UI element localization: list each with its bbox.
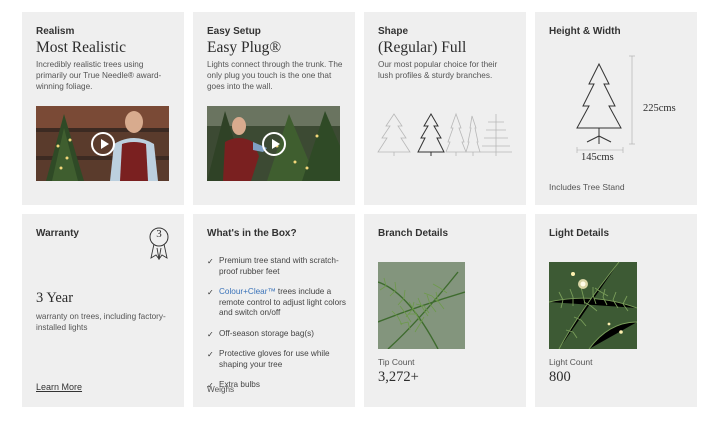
- box-item-text: Off-season storage bag(s): [219, 328, 314, 338]
- colour-clear-link[interactable]: Colour+Clear™: [219, 287, 276, 296]
- checkmark-icon: ✓: [207, 257, 214, 266]
- product-feature-grid: Realism Most Realistic Incredibly realis…: [0, 0, 720, 422]
- height-value: 225cms: [643, 103, 676, 114]
- box-eyebrow: What's in the Box?: [207, 228, 297, 239]
- dimensions-eyebrow: Height & Width: [549, 26, 621, 37]
- light-count-label: Light Count: [549, 357, 593, 367]
- setup-eyebrow: Easy Setup: [207, 26, 261, 37]
- tree-shape-flocked-icon: [480, 114, 512, 156]
- tip-count-value: 3,272+: [378, 369, 419, 385]
- tree-shape-slim-icon: [445, 112, 467, 156]
- checkmark-icon: ✓: [207, 350, 214, 359]
- box-item: ✓ Premium tree stand with scratch-proof r…: [207, 256, 347, 277]
- width-value: 145cms: [581, 152, 614, 163]
- branch-eyebrow: Branch Details: [378, 228, 449, 239]
- light-count-value: 800: [549, 369, 571, 385]
- tree-shape-icons: [377, 112, 512, 156]
- setup-title: Easy Plug®: [207, 39, 282, 56]
- branch-card: Branch Details Tip Count 3,272+: [364, 214, 526, 407]
- realism-card: Realism Most Realistic Incredibly realis…: [22, 12, 184, 205]
- setup-play-icon[interactable]: [261, 131, 286, 156]
- light-eyebrow: Light Details: [549, 228, 610, 239]
- tree-shape-full-icon: [377, 113, 411, 156]
- learn-more-link[interactable]: Learn More: [36, 382, 82, 392]
- shape-eyebrow: Shape: [378, 26, 409, 37]
- box-contents-list: ✓ Premium tree stand with scratch-proof r…: [207, 256, 347, 391]
- tree-outline-icon: [576, 62, 622, 144]
- light-photo: [549, 262, 637, 349]
- tip-count-label: Tip Count: [378, 357, 415, 367]
- warranty-badge-number: 3: [156, 228, 162, 240]
- box-weighs-text: Weighs: [207, 385, 235, 394]
- box-item: ✓ Off-season storage bag(s): [207, 329, 347, 340]
- warranty-description: warranty on trees, including factory-ins…: [36, 312, 166, 332]
- light-card: Light Details Light Count 800: [535, 214, 697, 407]
- realism-eyebrow: Realism: [36, 26, 75, 37]
- warranty-card: Warranty 3 3 Year warranty on trees, inc…: [22, 214, 184, 407]
- height-line: [629, 55, 635, 145]
- checkmark-icon: ✓: [207, 288, 214, 297]
- warranty-eyebrow: Warranty: [36, 228, 79, 239]
- box-item: ✓ Colour+Clear™ trees include a remote co…: [207, 287, 347, 319]
- dimensions-note: Includes Tree Stand: [549, 182, 625, 192]
- branch-photo: [378, 262, 465, 349]
- warranty-ribbon-icon: 3: [148, 226, 170, 261]
- shape-card: Shape (Regular) Full Our most popular ch…: [364, 12, 526, 205]
- box-item-text: Premium tree stand with scratch-proof ru…: [219, 256, 339, 276]
- realism-description: Incredibly realistic trees using primari…: [36, 60, 162, 91]
- setup-video[interactable]: [207, 106, 340, 181]
- box-contents-card: What's in the Box? ✓ Premium tree stand w…: [193, 214, 355, 407]
- tree-shape-regular-icon: [417, 113, 445, 156]
- box-item: ✓ Protective gloves for use while shaping…: [207, 349, 347, 370]
- realism-video[interactable]: [36, 106, 169, 181]
- box-item-text: Protective gloves for use while shaping …: [219, 349, 330, 369]
- realism-title: Most Realistic: [36, 39, 126, 56]
- checkmark-icon: ✓: [207, 329, 214, 339]
- setup-card: Easy Setup Easy Plug® Lights connect thr…: [193, 12, 355, 205]
- tree-shape-pencil-icon: [465, 115, 481, 156]
- realism-play-icon[interactable]: [90, 131, 115, 156]
- shape-description: Our most popular choice for their lush p…: [378, 60, 498, 80]
- setup-description: Lights connect through the trunk. The on…: [207, 60, 343, 91]
- warranty-value: 3 Year: [36, 290, 74, 306]
- shape-title: (Regular) Full: [378, 39, 467, 56]
- dimensions-card: Height & Width 225cms 145cms Includes Tr…: [535, 12, 697, 205]
- tree-dimension-diagram: [576, 55, 635, 153]
